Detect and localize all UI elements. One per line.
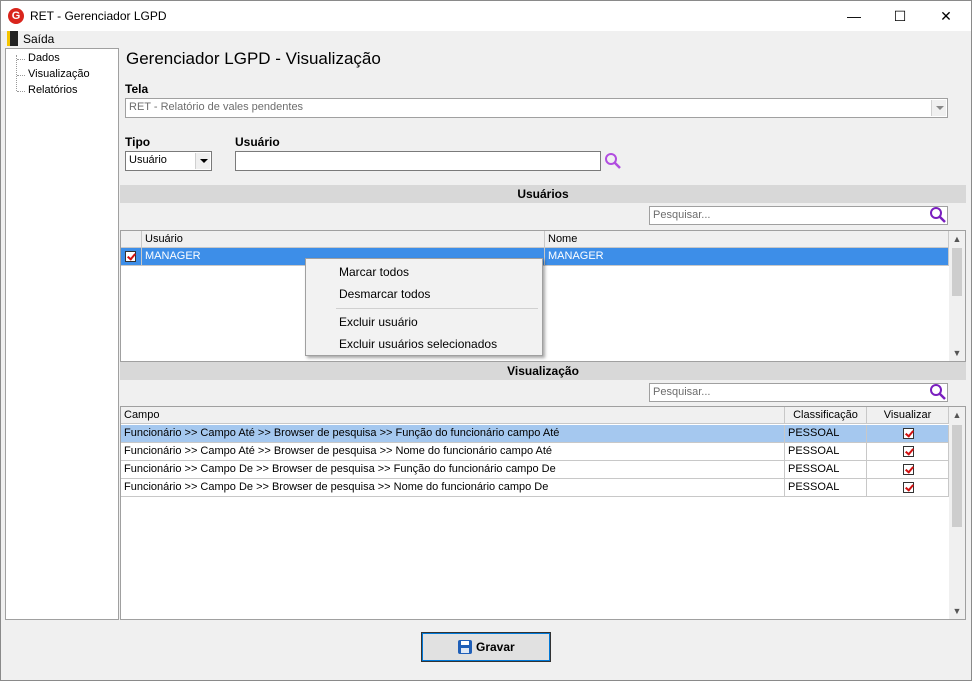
maximize-button[interactable]: ☐ (877, 1, 923, 31)
chevron-down-icon[interactable] (931, 100, 946, 116)
tipo-select[interactable]: Usuário (125, 151, 212, 171)
table-cell-visualizar[interactable] (867, 425, 949, 443)
menu-separator (336, 308, 538, 309)
tree-item-relatorios[interactable]: Relatórios (28, 84, 78, 96)
tree-item-visualizacao[interactable]: Visualização (28, 68, 90, 80)
search-icon[interactable] (929, 206, 947, 224)
column-header-usuario[interactable]: Usuário (142, 231, 545, 248)
scroll-down-icon[interactable]: ▼ (949, 345, 965, 361)
tela-label: Tela (125, 82, 149, 96)
usuario-label: Usuário (235, 135, 280, 149)
save-button[interactable]: Gravar (421, 632, 551, 662)
exit-door-icon[interactable] (7, 31, 18, 46)
app-logo-icon: G (8, 8, 24, 24)
table-cell-campo[interactable]: Funcionário >> Campo Até >> Browser de p… (121, 443, 785, 461)
context-menu-item-desmarcar-todos[interactable]: Desmarcar todos (339, 287, 430, 301)
usuarios-grid: Usuário Nome MANAGER MANAGER ▲ ▼ (120, 230, 966, 362)
visualizacao-search-placeholder: Pesquisar... (653, 386, 711, 398)
table-cell-classificacao[interactable]: PESSOAL (785, 443, 867, 461)
column-header-check[interactable] (121, 231, 142, 248)
tela-select[interactable]: RET - Relatório de vales pendentes (125, 98, 948, 118)
page-title: Gerenciador LGPD - Visualização (126, 49, 381, 68)
window-title: RET - Gerenciador LGPD (30, 9, 167, 23)
tree-connector (17, 91, 25, 92)
table-cell-visualizar[interactable] (867, 461, 949, 479)
checkbox-checked[interactable] (903, 464, 914, 475)
tipo-select-value: Usuário (129, 154, 167, 166)
app-window: G RET - Gerenciador LGPD — ☐ ✕ Saída Dad… (0, 0, 972, 681)
tela-select-value: RET - Relatório de vales pendentes (129, 101, 304, 113)
column-header-campo[interactable]: Campo (121, 407, 785, 424)
table-cell-visualizar[interactable] (867, 443, 949, 461)
tree-connector (17, 59, 25, 60)
visualizacao-search-input[interactable]: Pesquisar... (649, 383, 948, 402)
usuarios-search-placeholder: Pesquisar... (653, 209, 711, 221)
minimize-button[interactable]: — (831, 1, 877, 31)
tree-connector (17, 75, 25, 76)
table-cell-nome[interactable]: MANAGER (545, 248, 949, 266)
table-cell-classificacao[interactable]: PESSOAL (785, 479, 867, 497)
context-menu-item-excluir-selecionados[interactable]: Excluir usuários selecionados (339, 337, 497, 351)
column-header-nome[interactable]: Nome (545, 231, 949, 248)
checkbox-checked[interactable] (125, 251, 136, 262)
scroll-down-icon[interactable]: ▼ (949, 603, 965, 619)
menu-bar: Saída (1, 31, 971, 48)
exit-menu-item[interactable]: Saída (23, 32, 54, 46)
context-menu: Marcar todos Desmarcar todos Excluir usu… (305, 258, 543, 356)
row-checkbox-cell[interactable] (121, 248, 142, 266)
usuarios-search-input[interactable]: Pesquisar... (649, 206, 948, 225)
column-header-visualizar[interactable]: Visualizar (867, 407, 949, 424)
usuario-input[interactable] (235, 151, 601, 171)
visualizacao-scrollbar[interactable]: ▲ ▼ (949, 407, 965, 619)
tree-connector (16, 55, 17, 91)
table-cell-campo[interactable]: Funcionário >> Campo De >> Browser de pe… (121, 461, 785, 479)
visualizacao-grid: Campo Classificação Visualizar Funcionár… (120, 406, 966, 620)
close-button[interactable]: ✕ (923, 1, 969, 31)
floppy-disk-icon (458, 640, 472, 654)
scroll-thumb[interactable] (952, 248, 962, 296)
context-menu-item-excluir-usuario[interactable]: Excluir usuário (339, 315, 418, 329)
table-cell-classificacao[interactable]: PESSOAL (785, 461, 867, 479)
navigation-tree: Dados Visualização Relatórios (5, 48, 119, 620)
checkbox-checked[interactable] (903, 446, 914, 457)
save-button-label: Gravar (476, 640, 515, 654)
table-cell-visualizar[interactable] (867, 479, 949, 497)
tipo-label: Tipo (125, 135, 151, 149)
context-menu-item-marcar-todos[interactable]: Marcar todos (339, 265, 409, 279)
table-cell-classificacao[interactable]: PESSOAL (785, 425, 867, 443)
table-cell-campo[interactable]: Funcionário >> Campo Até >> Browser de p… (121, 425, 785, 443)
usuarios-scrollbar[interactable]: ▲ ▼ (949, 231, 965, 361)
checkbox-checked[interactable] (903, 428, 914, 439)
usuarios-section-header: Usuários (120, 185, 966, 203)
table-cell-campo[interactable]: Funcionário >> Campo De >> Browser de pe… (121, 479, 785, 497)
visualizacao-section-header: Visualização (120, 362, 966, 380)
scroll-up-icon[interactable]: ▲ (949, 231, 965, 247)
title-bar[interactable]: G RET - Gerenciador LGPD — ☐ ✕ (1, 1, 971, 31)
chevron-down-icon[interactable] (195, 153, 210, 169)
scroll-up-icon[interactable]: ▲ (949, 407, 965, 423)
column-header-classificacao[interactable]: Classificação (785, 407, 867, 424)
search-icon[interactable] (604, 152, 622, 170)
checkbox-checked[interactable] (903, 482, 914, 493)
search-icon[interactable] (929, 383, 947, 401)
scroll-thumb[interactable] (952, 425, 962, 527)
tree-item-dados[interactable]: Dados (28, 52, 60, 64)
